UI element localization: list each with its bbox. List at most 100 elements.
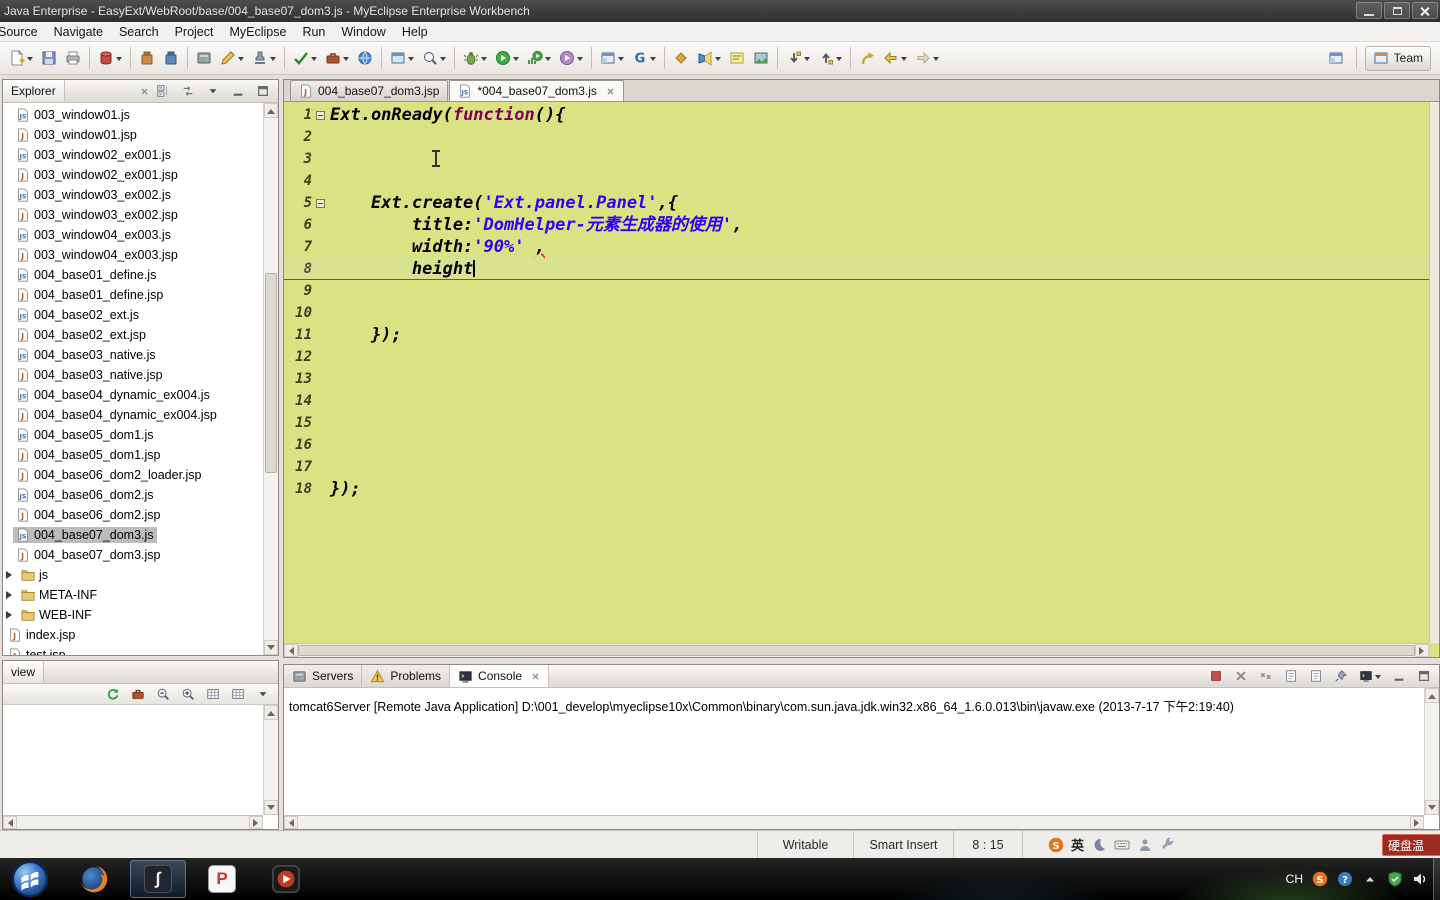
database-button[interactable] (95, 46, 125, 71)
sogou-tray-icon[interactable] (1312, 871, 1328, 887)
table-view-button[interactable] (203, 682, 223, 707)
forward-button[interactable] (912, 46, 942, 71)
tree-item-content[interactable]: 004_base06_dom2_loader.jsp (13, 467, 205, 483)
tree-item-content[interactable]: js (18, 567, 51, 583)
tree-item[interactable]: 004_base01_define.jsp (3, 285, 262, 305)
editor-app-taskbar-button[interactable]: ∫ (130, 860, 186, 898)
signature-button[interactable] (249, 46, 279, 71)
menu-source[interactable]: Source (0, 23, 46, 41)
tree-item[interactable]: 004_base03_native.jsp (3, 365, 262, 385)
minimize-window-button[interactable] (1356, 2, 1382, 19)
tree-item[interactable]: 004_base06_dom2.js (3, 485, 262, 505)
console-vscrollbar[interactable] (1424, 688, 1439, 815)
tree-item[interactable]: test.jsp (3, 645, 262, 655)
validate-button[interactable] (290, 46, 320, 71)
tree-item[interactable]: 004_base06_dom2.jsp (3, 505, 262, 525)
view-menu-button[interactable] (203, 79, 223, 104)
display-selected-console-button[interactable] (1356, 664, 1384, 689)
code-line[interactable] (330, 368, 1427, 390)
split-view-button[interactable] (228, 682, 248, 707)
open-type-button[interactable] (670, 46, 692, 71)
tree-item-content[interactable]: 004_base05_dom1.js (13, 427, 157, 443)
menu-search[interactable]: Search (111, 23, 167, 41)
external-tools-button[interactable] (322, 46, 352, 71)
new-web-project-button[interactable] (597, 46, 627, 71)
coverage-button[interactable] (524, 46, 554, 71)
menu-run[interactable]: Run (294, 23, 333, 41)
scroll-right-arrow[interactable] (1415, 644, 1429, 657)
code-line[interactable]: height (330, 258, 1427, 280)
tree-item[interactable]: index.jsp (3, 625, 262, 645)
code-line[interactable] (330, 280, 1427, 302)
terminate-button[interactable] (1206, 664, 1226, 689)
tree-item[interactable]: 004_base02_ext.jsp (3, 325, 262, 345)
code-line[interactable]: title:'DomHelper-元素生成器的使用', (330, 214, 1427, 236)
menu-project[interactable]: Project (167, 23, 222, 41)
tree-item-content[interactable]: 004_base04_dynamic_ex004.jsp (13, 407, 220, 423)
scroll-right-arrow[interactable] (249, 816, 263, 829)
tree-item[interactable]: 004_base06_dom2_loader.jsp (3, 465, 262, 485)
web-browser-button[interactable] (354, 46, 376, 71)
tree-item-content[interactable]: 004_base03_native.js (13, 347, 159, 363)
code-line[interactable]: width:'90%' , (330, 236, 1427, 258)
preview-hscrollbar[interactable] (3, 815, 263, 829)
search-menu-button[interactable] (419, 46, 449, 71)
start-taskbar-button[interactable] (2, 860, 58, 898)
tree-item[interactable]: 003_window03_ex002.jsp (3, 205, 262, 225)
previous-annotation-button[interactable] (815, 46, 845, 71)
code-line[interactable] (330, 390, 1427, 412)
hidden-icons-icon[interactable] (1362, 871, 1378, 887)
debug-button[interactable] (460, 46, 490, 71)
tree-item-content[interactable]: 004_base02_ext.js (13, 307, 142, 323)
close-view-icon[interactable] (140, 87, 149, 96)
preview-view-tab[interactable]: view (3, 661, 45, 683)
scroll-lock-button[interactable] (1306, 664, 1326, 689)
tree-item-content[interactable]: WEB-INF (18, 607, 95, 623)
palette-button[interactable] (128, 682, 148, 707)
tree-item-content[interactable]: 004_base06_dom2.js (13, 487, 157, 503)
soft-keyboard-icon[interactable] (1114, 837, 1130, 853)
tree-item-content[interactable]: 003_window03_ex002.jsp (13, 207, 181, 223)
code-line[interactable] (330, 302, 1427, 324)
tree-item-content[interactable]: 004_base01_define.jsp (13, 287, 166, 303)
editor-tab[interactable]: 004_base07_dom3.jsp (290, 80, 449, 101)
scrollbar-thumb[interactable] (265, 273, 277, 473)
menu-help[interactable]: Help (394, 23, 436, 41)
refresh-button[interactable] (103, 682, 123, 707)
expand-arrow-icon[interactable] (6, 611, 16, 619)
close-tab-icon[interactable] (606, 87, 615, 96)
scrollbar-thumb[interactable] (298, 645, 1415, 656)
new-wizard-button[interactable] (6, 46, 36, 71)
ime-language-indicator[interactable]: 英 (1071, 835, 1084, 854)
code-line[interactable] (330, 434, 1427, 456)
maximize-button[interactable] (1414, 664, 1434, 689)
tree-item-content[interactable]: 004_base07_dom3.jsp (13, 547, 164, 563)
tree-item[interactable]: 003_window01.jsp (3, 125, 262, 145)
open-perspective-button[interactable] (1325, 46, 1347, 71)
close-tab-icon[interactable] (531, 672, 540, 681)
code-line[interactable] (330, 126, 1427, 148)
scroll-right-arrow[interactable] (1410, 816, 1424, 829)
search-torch-button[interactable] (694, 46, 724, 71)
pin-console-button[interactable] (1331, 664, 1351, 689)
tree-item-content[interactable]: index.jsp (5, 627, 78, 643)
console-tab-console[interactable]: Console (450, 665, 550, 687)
tree-item-content[interactable]: 004_base02_ext.jsp (13, 327, 149, 343)
deploy-jar-button[interactable] (136, 46, 158, 71)
tree-item[interactable]: 004_base07_dom3.jsp (3, 545, 262, 565)
tree-item[interactable]: 004_base04_dynamic_ex004.jsp (3, 405, 262, 425)
new-window-wizard-button[interactable] (387, 46, 417, 71)
remove-launch-button[interactable] (1231, 664, 1251, 689)
menu-window[interactable]: Window (333, 23, 393, 41)
tree-item-content[interactable]: META-INF (18, 587, 100, 603)
tree-item-content[interactable]: 004_base07_dom3.js (13, 527, 157, 543)
night-mode-icon[interactable] (1091, 837, 1107, 853)
run-server-button[interactable] (193, 46, 215, 71)
help-tray-icon[interactable] (1337, 871, 1353, 887)
firefox-taskbar-button[interactable] (66, 860, 122, 898)
minimize-button[interactable] (228, 79, 248, 104)
zoom-out-button[interactable] (153, 682, 173, 707)
tree-item[interactable]: 004_base01_define.js (3, 265, 262, 285)
scroll-left-arrow[interactable] (284, 644, 298, 657)
code-line[interactable]: Ext.onReady(function(){ (330, 104, 1427, 126)
